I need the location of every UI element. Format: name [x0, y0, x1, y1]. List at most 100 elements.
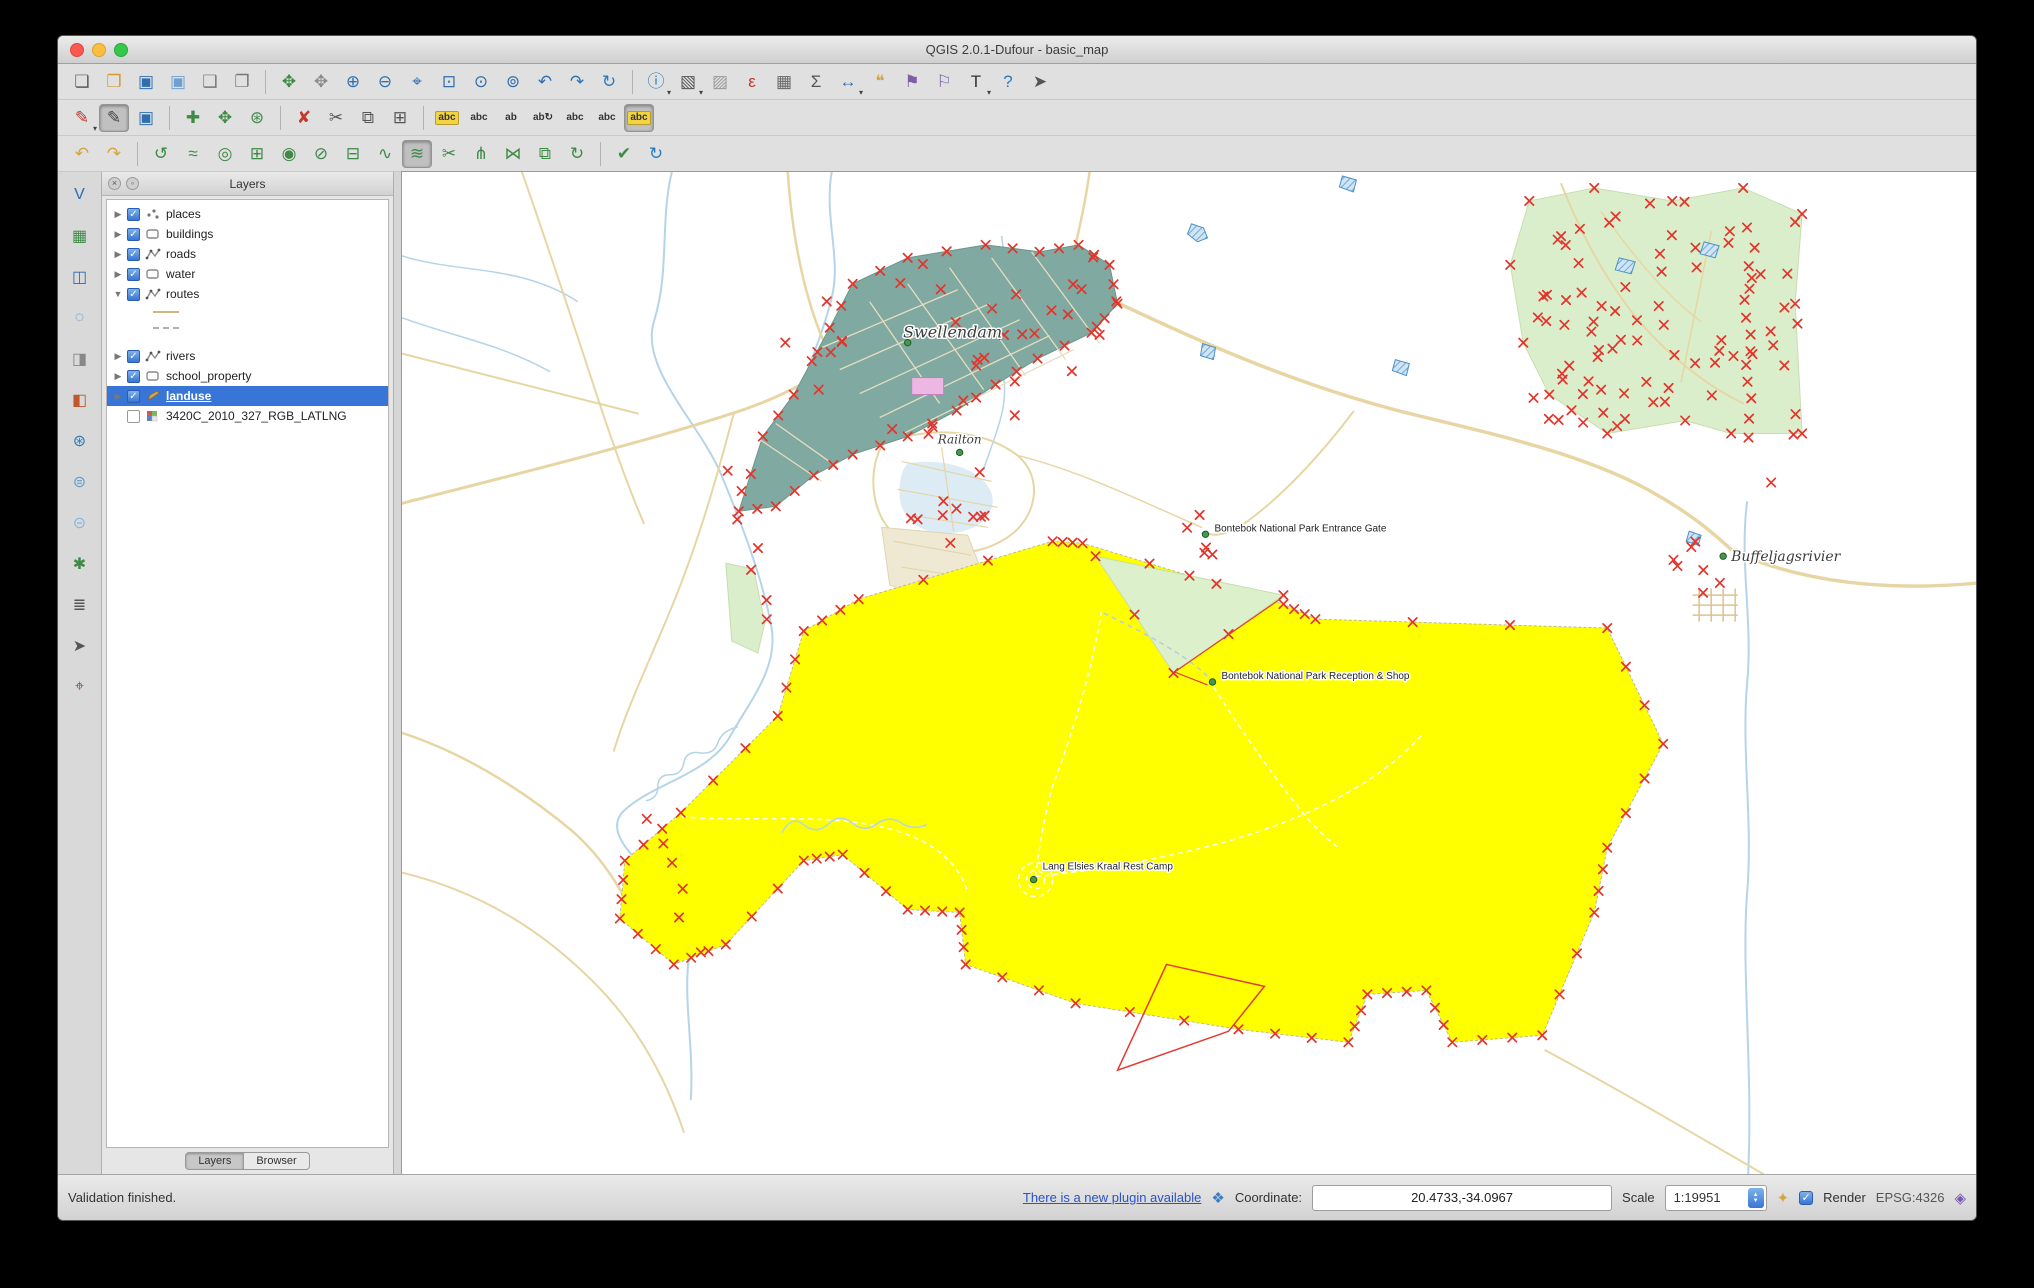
add-part-button[interactable]: ⊞: [242, 140, 272, 168]
layer-item-buildings[interactable]: ▶ ✓ buildings: [107, 224, 388, 244]
layer-item-school_property[interactable]: ▶ ✓ school_property: [107, 366, 388, 386]
expand-arrow-icon[interactable]: ▼: [113, 289, 123, 299]
zoom-next-button[interactable]: ↷: [562, 68, 592, 96]
render-refresh-icon[interactable]: ✦: [1777, 1189, 1790, 1207]
layer-visibility-checkbox[interactable]: ✓: [127, 369, 140, 383]
map-tips-button[interactable]: ❝: [865, 68, 895, 96]
add-wfs-layer-button[interactable]: ⊝: [65, 508, 95, 538]
paste-features-button[interactable]: ⊞: [385, 104, 415, 132]
save-project-button[interactable]: ▣: [131, 68, 161, 96]
layer-item-3420C_2010_327_RGB_LATLNG[interactable]: 3420C_2010_327_RGB_LATLNG: [107, 406, 388, 426]
copy-features-button[interactable]: ⧉: [353, 104, 383, 132]
pan-map-button[interactable]: ✥: [274, 68, 304, 96]
layer-item-places[interactable]: ▶ ✓ places: [107, 204, 388, 224]
titlebar[interactable]: QGIS 2.0.1-Dufour - basic_map: [58, 36, 1976, 64]
offset-curve-button[interactable]: ≋: [402, 139, 432, 168]
layer-visibility-checkbox[interactable]: ✓: [127, 389, 140, 403]
zoom-to-selection-button[interactable]: ⊙: [466, 68, 496, 96]
plugin-available-link[interactable]: There is a new plugin available: [1023, 1190, 1202, 1205]
new-shapefile-layer-button[interactable]: ✱: [65, 549, 95, 579]
whats-this-button[interactable]: ➤: [1025, 68, 1055, 96]
layer-item-roads[interactable]: ▶ ✓ roads: [107, 244, 388, 264]
map-canvas[interactable]: Swellendam Railton Bontebok National Park …: [401, 171, 1976, 1175]
current-edits-button[interactable]: ✎ ▾: [67, 104, 97, 133]
close-window-button[interactable]: [70, 43, 84, 57]
crs-selector-icon[interactable]: ◈: [1954, 1189, 1966, 1207]
measure-button[interactable]: ↔ ▾: [833, 68, 864, 97]
expand-arrow-icon[interactable]: ▶: [113, 249, 123, 260]
add-raster-layer-button[interactable]: ▦: [65, 221, 95, 251]
layer-visibility-checkbox[interactable]: ✓: [127, 227, 140, 241]
map-refresh-button[interactable]: ↻: [594, 68, 624, 96]
add-spatialite-layer-button[interactable]: ◌: [65, 303, 95, 333]
select-features-button[interactable]: ▧ ▾: [673, 68, 703, 97]
expand-arrow-icon[interactable]: ▶: [113, 391, 123, 402]
add-ring-button[interactable]: ◎: [210, 140, 240, 168]
label-properties-button[interactable]: abc: [624, 103, 654, 132]
check-geometries-button[interactable]: ✔: [609, 140, 639, 168]
labeling-button[interactable]: abc: [432, 104, 462, 132]
delete-selected-button[interactable]: ✘: [289, 104, 319, 132]
new-bookmark-button[interactable]: ⚑: [897, 68, 927, 96]
node-tool-button[interactable]: ⊛: [242, 104, 272, 132]
expand-arrow-icon[interactable]: ▶: [113, 229, 123, 240]
zoom-window-button[interactable]: [114, 43, 128, 57]
move-feature-button[interactable]: ✥: [210, 104, 240, 132]
layers-panel-close-button[interactable]: ×: [108, 177, 121, 190]
scale-combo[interactable]: 1:19951 ▲ ▼: [1664, 1184, 1767, 1211]
plugin-icon[interactable]: ❖: [1211, 1189, 1224, 1207]
layers-panel-header[interactable]: × ◦ Layers: [102, 172, 393, 196]
field-calculator-button[interactable]: Σ: [801, 68, 831, 96]
label-rotate-button[interactable]: ab↻: [528, 104, 558, 132]
add-wms-layer-button[interactable]: ⊛: [65, 426, 95, 456]
reload-edits-button[interactable]: ↻: [641, 140, 671, 168]
save-layer-edits-button[interactable]: ▣: [131, 104, 161, 132]
layer-item-water[interactable]: ▶ ✓ water: [107, 264, 388, 284]
zoom-native-button[interactable]: ⌖: [402, 68, 432, 96]
layer-visibility-checkbox[interactable]: [127, 409, 140, 423]
layer-item-landuse[interactable]: ▶ ✓ landuse: [107, 386, 388, 406]
add-oracle-layer-button[interactable]: ◧: [65, 385, 95, 415]
deselect-features-button[interactable]: ▨: [705, 68, 735, 96]
add-delimited-text-layer-button[interactable]: ≣: [65, 590, 95, 620]
zoom-full-button[interactable]: ⊡: [434, 68, 464, 96]
add-gps-layer-button[interactable]: ➤: [65, 631, 95, 661]
new-print-composer-button[interactable]: ❑: [195, 68, 225, 96]
label-toggle-display-button[interactable]: abc: [592, 104, 622, 132]
pan-to-selection-button[interactable]: ✥: [306, 68, 336, 96]
merge-attributes-button[interactable]: ⧉: [530, 140, 560, 168]
label-move-button[interactable]: ab: [496, 104, 526, 132]
zoom-out-button[interactable]: ⊖: [370, 68, 400, 96]
layer-visibility-checkbox[interactable]: ✓: [127, 349, 140, 363]
label-add-button[interactable]: abc: [464, 104, 494, 132]
add-mssql-layer-button[interactable]: ◨: [65, 344, 95, 374]
identify-features-button[interactable]: ⓘ ▾: [641, 68, 672, 97]
identify-features-dropdown-arrow-icon[interactable]: ▾: [667, 88, 671, 97]
combo-arrows-icon[interactable]: ▲ ▼: [1747, 1187, 1764, 1208]
layer-item-rivers[interactable]: ▶ ✓ rivers: [107, 346, 388, 366]
add-wcs-layer-button[interactable]: ⊜: [65, 467, 95, 497]
text-annotation-button[interactable]: T ▾: [961, 68, 991, 97]
select-features-dropdown-arrow-icon[interactable]: ▾: [699, 88, 703, 97]
rotate-point-symbols-button[interactable]: ↻: [562, 140, 592, 168]
undo-button[interactable]: ↶: [67, 140, 97, 168]
minimize-window-button[interactable]: [92, 43, 106, 57]
split-features-button[interactable]: ✂: [434, 140, 464, 168]
toggle-editing-button[interactable]: ✎: [99, 103, 129, 132]
simplify-feature-button[interactable]: ≈: [178, 140, 208, 168]
layer-visibility-checkbox[interactable]: ✓: [127, 267, 140, 281]
cut-features-button[interactable]: ✂: [321, 104, 351, 132]
redo-button[interactable]: ↷: [99, 140, 129, 168]
open-attribute-table-button[interactable]: ▦: [769, 68, 799, 96]
save-project-as-button[interactable]: ▣: [163, 68, 193, 96]
zoom-in-button[interactable]: ⊕: [338, 68, 368, 96]
add-feature-button[interactable]: ✚: [178, 104, 208, 132]
open-project-button[interactable]: ❒: [99, 68, 129, 96]
layer-visibility-checkbox[interactable]: ✓: [127, 287, 140, 301]
expand-arrow-icon[interactable]: ▶: [113, 209, 123, 220]
composer-manager-button[interactable]: ❐: [227, 68, 257, 96]
layer-item-routes[interactable]: ▼ ✓ routes: [107, 284, 388, 304]
zoom-last-button[interactable]: ↶: [530, 68, 560, 96]
reshape-features-button[interactable]: ∿: [370, 140, 400, 168]
layer-visibility-checkbox[interactable]: ✓: [127, 207, 140, 221]
